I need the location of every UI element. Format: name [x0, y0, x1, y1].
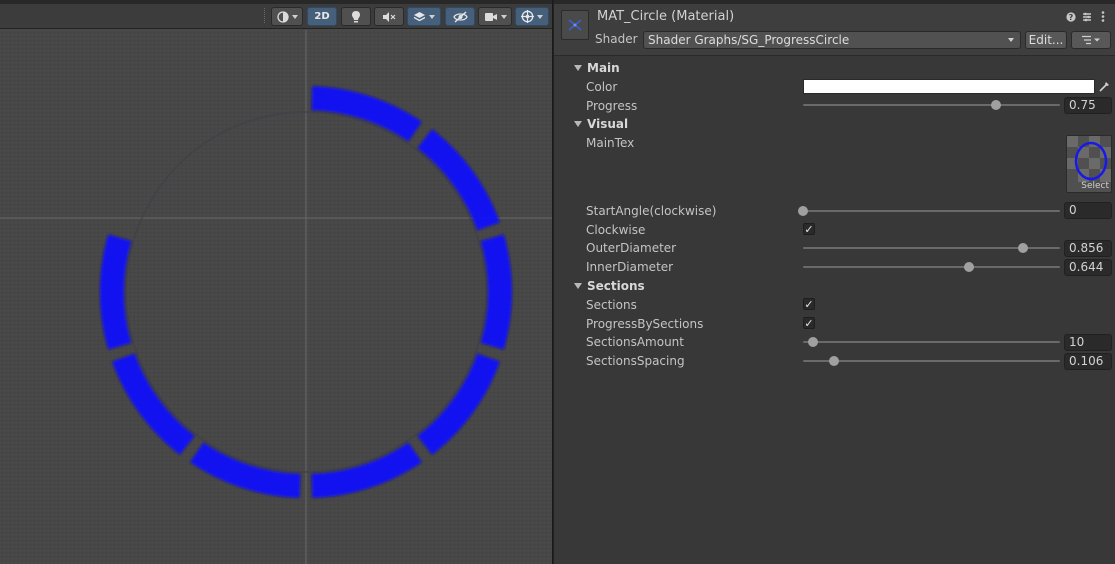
sections-spacing-slider-handle[interactable] — [828, 356, 839, 366]
foldout-arrow-icon — [574, 121, 582, 127]
start-angle-slider-handle[interactable] — [798, 206, 808, 216]
gizmos-dropdown[interactable] — [515, 7, 549, 26]
scene-canvas[interactable] — [0, 30, 552, 564]
header-icons: ? — [1065, 11, 1108, 22]
foldout-arrow-icon — [574, 283, 582, 289]
sections-amount-slider-handle[interactable] — [808, 337, 819, 347]
preset-icon[interactable] — [1081, 11, 1092, 22]
progress-slider[interactable] — [803, 104, 1060, 106]
layers-icon — [413, 11, 426, 21]
bulb-icon — [352, 11, 360, 23]
inspector-panel: MAT_Circle (Material) ? Shader Shader Gr… — [553, 0, 1115, 564]
inner-diameter-slider-handle[interactable] — [963, 262, 974, 272]
foldout-visual[interactable]: Visual — [554, 115, 1115, 133]
maintex-label: MainTex — [586, 136, 635, 150]
list-icon — [1082, 35, 1100, 45]
material-title: MAT_Circle (Material) — [597, 9, 735, 24]
inner-diameter-field[interactable]: 0.644 — [1064, 259, 1112, 276]
checkmark-icon: ✓ — [804, 222, 814, 236]
color-field[interactable] — [803, 79, 1095, 94]
progress-by-sections-label: ProgressBySections — [586, 317, 704, 331]
svg-text:?: ? — [1068, 13, 1073, 22]
foldout-main[interactable]: Main — [554, 59, 1115, 77]
texture-preview-icon — [1067, 136, 1111, 182]
texture-select-button[interactable]: Select — [1067, 180, 1111, 192]
sections-spacing-label: SectionsSpacing — [586, 354, 685, 368]
help-icon[interactable]: ? — [1065, 11, 1076, 22]
sections-checkbox[interactable]: ✓ — [803, 298, 815, 310]
edit-shader-button[interactable]: Edit... — [1025, 31, 1067, 49]
scene-toolbar: 2D — [0, 0, 552, 29]
hidden-objects-toggle[interactable] — [445, 7, 475, 26]
shading-mode-dropdown[interactable] — [271, 7, 303, 26]
start-angle-label: StartAngle(clockwise) — [586, 204, 717, 218]
outer-diameter-slider-handle[interactable] — [1017, 243, 1028, 253]
clockwise-checkbox[interactable]: ✓ — [803, 223, 815, 235]
audio-toggle[interactable] — [374, 7, 404, 26]
camera-icon — [484, 12, 497, 21]
circle-shading-icon — [276, 10, 289, 23]
outer-diameter-field[interactable]: 0.856 — [1064, 240, 1112, 257]
eye-slash-icon — [452, 10, 468, 23]
speaker-mute-icon — [383, 11, 396, 22]
foldout-sections[interactable]: Sections — [554, 277, 1115, 295]
foldout-arrow-icon — [574, 65, 582, 71]
lighting-toggle[interactable] — [341, 7, 371, 26]
progress-label: Progress — [586, 99, 638, 113]
camera-dropdown[interactable] — [478, 7, 512, 26]
checkmark-icon: ✓ — [804, 297, 814, 311]
sections-spacing-field[interactable]: 0.106 — [1064, 353, 1112, 370]
checkmark-icon: ✓ — [804, 316, 814, 330]
sections-spacing-slider[interactable] — [803, 360, 1060, 362]
scene-view[interactable]: 2D — [0, 0, 552, 564]
shader-value: Shader Graphs/SG_ProgressCircle — [648, 33, 850, 47]
chevron-down-icon — [1008, 38, 1014, 42]
material-header: MAT_Circle (Material) ? Shader Shader Gr… — [554, 4, 1115, 56]
inner-diameter-slider[interactable] — [803, 266, 1060, 268]
2d-mode-button[interactable]: 2D — [307, 7, 337, 26]
material-icon — [561, 10, 589, 40]
maintex-slot[interactable]: Select — [1066, 135, 1112, 193]
effects-dropdown[interactable] — [407, 7, 441, 26]
progress-slider-handle[interactable] — [990, 100, 1001, 110]
inner-diameter-label: InnerDiameter — [586, 260, 674, 274]
start-angle-slider[interactable] — [803, 210, 1060, 212]
sections-toggle-label: Sections — [586, 298, 637, 312]
shader-dropdown[interactable]: Shader Graphs/SG_ProgressCircle — [643, 31, 1021, 49]
gizmo-globe-icon — [521, 10, 534, 23]
progress-field[interactable]: 0.75 — [1064, 97, 1112, 114]
more-icon[interactable] — [1097, 11, 1108, 22]
sections-amount-field[interactable]: 10 — [1064, 334, 1112, 351]
sections-amount-slider[interactable] — [803, 341, 1060, 343]
color-label: Color — [586, 80, 618, 94]
clockwise-label: Clockwise — [586, 223, 646, 237]
shader-options-dropdown[interactable] — [1071, 31, 1111, 49]
start-angle-field[interactable]: 0 — [1064, 202, 1112, 219]
progress-by-sections-checkbox[interactable]: ✓ — [803, 317, 815, 329]
shader-label: Shader — [595, 32, 638, 46]
sections-amount-label: SectionsAmount — [586, 335, 684, 349]
outer-diameter-label: OuterDiameter — [586, 241, 677, 255]
eyedropper-icon[interactable] — [1098, 80, 1110, 93]
